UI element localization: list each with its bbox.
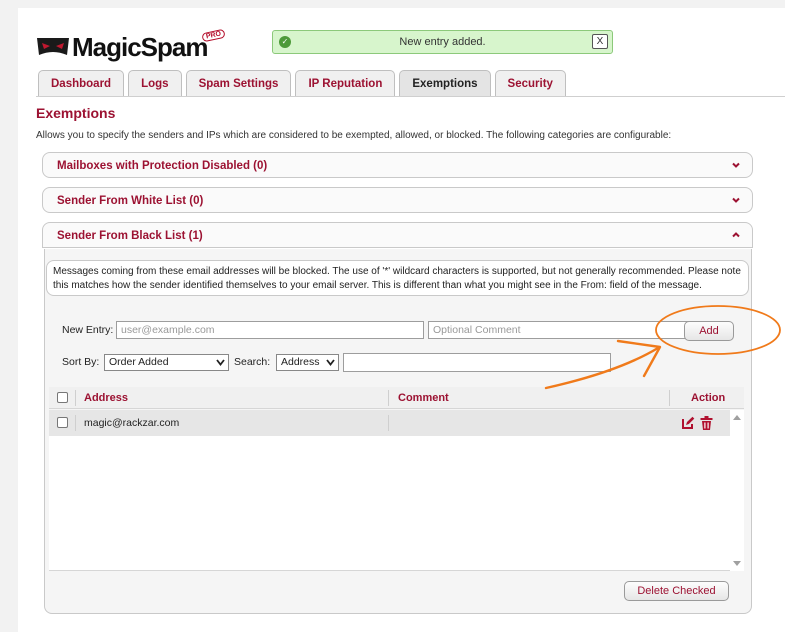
- page-intro: Allows you to specify the senders and IP…: [36, 130, 672, 141]
- section-label: Mailboxes with Protection Disabled (0): [57, 160, 268, 172]
- row-address: magic@rackzar.com: [84, 417, 180, 429]
- section-sender-white-list[interactable]: Sender From White List (0): [42, 187, 753, 213]
- chevron-down-icon: [732, 162, 740, 168]
- logo: MagicSpam PRO: [36, 28, 226, 64]
- logo-text: MagicSpam: [72, 32, 208, 62]
- tab-spam-settings[interactable]: Spam Settings: [185, 70, 292, 97]
- notification-text: New entry added.: [399, 36, 486, 48]
- scroll-down-icon[interactable]: [733, 561, 741, 567]
- section-sender-black-list[interactable]: Sender From Black List (1): [42, 222, 753, 248]
- chevron-down-icon: [326, 359, 335, 366]
- column-divider: [75, 415, 76, 431]
- section-label: Sender From Black List (1): [57, 230, 203, 242]
- column-divider: [75, 390, 76, 406]
- new-entry-label: New Entry:: [62, 324, 114, 336]
- logo-pro-badge: PRO: [200, 28, 226, 42]
- trash-icon[interactable]: [700, 416, 713, 430]
- sort-by-label: Sort By:: [62, 356, 100, 368]
- section-mailboxes-protection-disabled[interactable]: Mailboxes with Protection Disabled (0): [42, 152, 753, 178]
- tab-logs[interactable]: Logs: [128, 70, 182, 97]
- comment-input[interactable]: Optional Comment: [428, 321, 690, 339]
- close-notification-button[interactable]: X: [592, 34, 608, 49]
- select-all-checkbox[interactable]: [57, 392, 68, 403]
- scroll-up-icon[interactable]: [733, 414, 741, 420]
- entries-table-header: Address Comment Action: [49, 387, 744, 409]
- section-label: Sender From White List (0): [57, 195, 204, 207]
- edit-icon[interactable]: [681, 416, 695, 430]
- column-header-address[interactable]: Address: [84, 392, 128, 404]
- description-line: Messages coming from these email address…: [53, 266, 741, 277]
- tab-divider: [36, 96, 785, 97]
- search-label: Search:: [234, 356, 271, 368]
- main-tabs: Dashboard Logs Spam Settings IP Reputati…: [38, 70, 566, 97]
- description-line: this matches how the sender identified t…: [53, 280, 702, 291]
- column-divider: [669, 390, 670, 406]
- new-entry-input[interactable]: user@example.com: [116, 321, 424, 339]
- column-header-comment[interactable]: Comment: [398, 392, 449, 404]
- notification-banner: ✓ New entry added. X: [272, 30, 613, 54]
- column-divider: [388, 390, 389, 406]
- table-row: magic@rackzar.com: [49, 410, 730, 436]
- column-header-action: Action: [691, 392, 726, 404]
- search-input[interactable]: [343, 353, 611, 372]
- row-checkbox[interactable]: [57, 417, 68, 428]
- table-scrollbar[interactable]: [730, 410, 744, 571]
- tab-exemptions[interactable]: Exemptions: [399, 70, 491, 97]
- tab-ip-reputation[interactable]: IP Reputation: [295, 70, 396, 97]
- tab-security[interactable]: Security: [494, 70, 566, 97]
- page: MagicSpam PRO ✓ New entry added. X Dashb…: [18, 0, 785, 632]
- top-strip: [18, 0, 785, 8]
- search-field-value: Address: [281, 356, 320, 368]
- chevron-down-icon: [216, 359, 225, 366]
- page-title: Exemptions: [36, 105, 116, 121]
- add-button[interactable]: Add: [684, 321, 734, 341]
- chevron-up-icon: [732, 232, 740, 238]
- mask-logo-icon: [37, 38, 69, 55]
- column-divider: [388, 415, 389, 431]
- search-field-select[interactable]: Address: [276, 354, 339, 371]
- sort-by-value: Order Added: [109, 356, 169, 368]
- tab-dashboard[interactable]: Dashboard: [38, 70, 125, 97]
- delete-checked-button[interactable]: Delete Checked: [624, 581, 729, 601]
- black-list-description: Messages coming from these email address…: [46, 260, 749, 296]
- sort-by-select[interactable]: Order Added: [104, 354, 229, 371]
- chevron-down-icon: [732, 197, 740, 203]
